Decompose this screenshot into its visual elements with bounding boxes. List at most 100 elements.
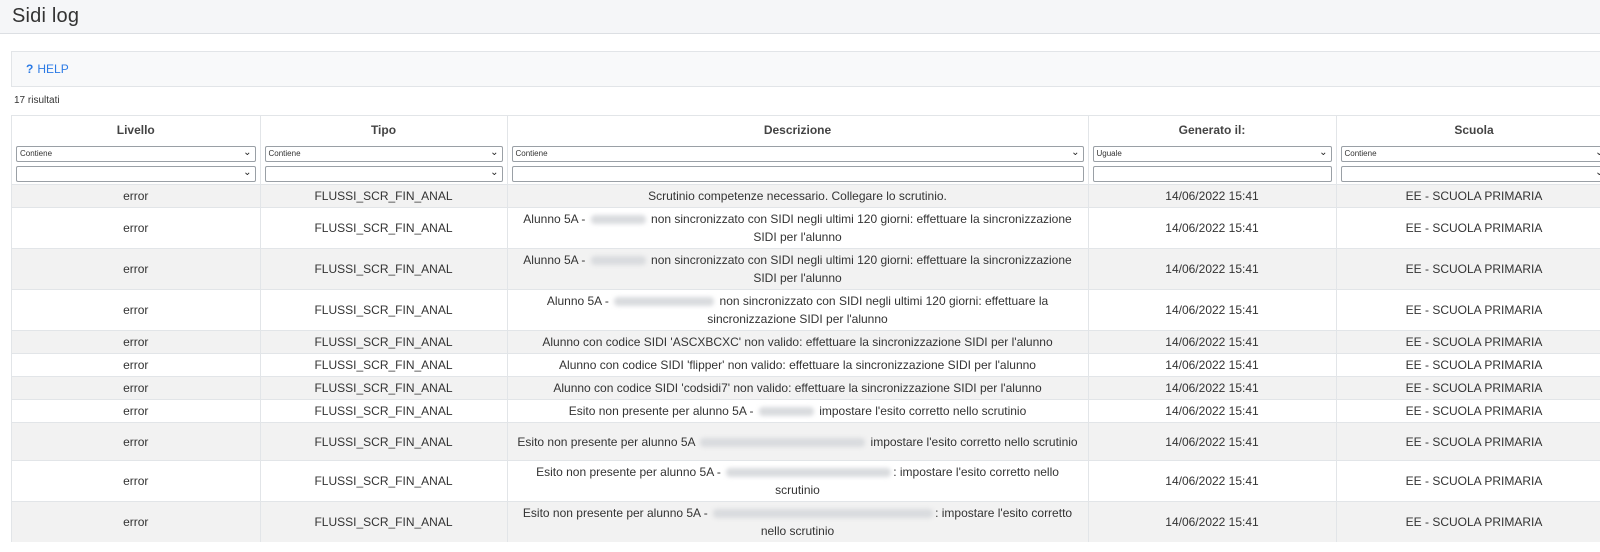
description-text: Alunno con codice SIDI 'codsidi7' non va… [553,381,1042,395]
chevron-down-icon: ⌄ [243,167,252,178]
table-row[interactable]: error FLUSSI_SCR_FIN_ANAL Alunno 5A - non … [12,248,1600,290]
description-text-end: non sincronizzato con SIDI negli ultimi … [647,212,1072,244]
chevron-down-icon: ⌄ [1595,167,1600,179]
cell-generato: 14/06/2022 15:41 [1088,248,1337,290]
cell-livello: error [12,207,261,249]
cell-livello: error [12,330,261,354]
chevron-down-icon: ⌄ [1595,147,1600,159]
cell-scuola: EE - SCUOLA PRIMARIA [1336,353,1600,377]
cell-tipo: FLUSSI_SCR_FIN_ANAL [260,460,508,502]
cell-scuola: EE - SCUOLA PRIMARIA [1336,248,1600,290]
cell-tipo: FLUSSI_SCR_FIN_ANAL [260,501,508,542]
description-text: Scrutinio competenze necessario. Collega… [648,189,947,203]
filter-input-generato[interactable] [1092,166,1332,182]
column-header-descrizione[interactable]: Descrizione [507,116,1089,144]
help-bar: ? HELP [11,51,1600,87]
help-link[interactable]: ? HELP [26,62,69,76]
filter-value-select-scuola[interactable]: ⌄ [1340,166,1600,182]
cell-generato: 14/06/2022 15:41 [1088,399,1337,423]
cell-descrizione: Esito non presente per alunno 5A - impos… [507,399,1089,423]
cell-descrizione: Esito non presente per alunno 5A imposta… [507,422,1089,461]
log-table-body: error FLUSSI_SCR_FIN_ANAL Scrutinio compet… [12,184,1600,542]
cell-generato: 14/06/2022 15:41 [1088,330,1337,354]
cell-descrizione: Scrutinio competenze necessario. Collega… [507,184,1089,208]
description-text: Alunno con codice SIDI 'flipper' non val… [559,358,1036,372]
cell-generato: 14/06/2022 15:41 [1088,376,1337,400]
table-row[interactable]: error FLUSSI_SCR_FIN_ANAL Alunno con codic… [12,353,1600,377]
filter-mode-select-scuola[interactable]: Contiene ⌄ [1340,146,1600,162]
cell-tipo: FLUSSI_SCR_FIN_ANAL [260,184,508,208]
column-header-livello[interactable]: Livello [12,116,261,144]
cell-descrizione: Alunno 5A - non sincronizzato con SIDI n… [507,289,1089,331]
description-text: Alunno con codice SIDI 'ASCXBCXC' non va… [542,335,1053,349]
description-text: Alunno 5A - [546,294,613,308]
cell-generato: 14/06/2022 15:41 [1088,422,1337,461]
filter-mode-value: Contiene [515,149,548,158]
page-title: Sidi log [12,5,80,27]
filter-mode-select-tipo[interactable]: Contiene ⌄ [264,146,503,162]
table-row[interactable]: error FLUSSI_SCR_FIN_ANAL Esito non presen… [12,501,1600,542]
table-row[interactable]: error FLUSSI_SCR_FIN_ANAL Esito non presen… [12,460,1600,502]
description-text: Esito non presente per alunno 5A - [536,465,725,479]
description-text: Esito non presente per alunno 5A - [568,404,757,418]
cell-tipo: FLUSSI_SCR_FIN_ANAL [260,248,508,290]
log-table-container: Livello Tipo Descrizione Generato il: Sc… [11,115,1600,542]
cell-livello: error [12,248,261,290]
cell-scuola: EE - SCUOLA PRIMARIA [1336,460,1600,502]
cell-scuola: EE - SCUOLA PRIMARIA [1336,501,1600,542]
cell-livello: error [12,353,261,377]
column-header-scuola[interactable]: Scuola [1336,116,1600,144]
cell-livello: error [12,501,261,542]
filter-mode-select-descrizione[interactable]: Contiene ⌄ [511,146,1084,162]
cell-tipo: FLUSSI_SCR_FIN_ANAL [260,422,508,461]
redacted-name [614,297,715,307]
cell-livello: error [12,422,261,461]
redacted-name [713,509,934,519]
filter-mode-value: Contiene [1344,149,1377,158]
chevron-down-icon: ⌄ [1071,147,1080,158]
table-row[interactable]: error FLUSSI_SCR_FIN_ANAL Alunno 5A - non … [12,207,1600,249]
cell-descrizione: Alunno con codice SIDI 'flipper' non val… [507,353,1089,377]
cell-scuola: EE - SCUOLA PRIMARIA [1336,376,1600,400]
cell-livello: error [12,460,261,502]
filter-mode-select-generato[interactable]: Uguale ⌄ [1092,146,1332,162]
table-row[interactable]: error FLUSSI_SCR_FIN_ANAL Scrutinio compet… [12,184,1600,208]
description-text-end: non sincronizzato con SIDI negli ultimi … [707,294,1049,326]
column-header-tipo[interactable]: Tipo [260,116,508,144]
cell-scuola: EE - SCUOLA PRIMARIA [1336,184,1600,208]
redacted-name [700,437,866,447]
cell-generato: 14/06/2022 15:41 [1088,501,1337,542]
filter-value-select-tipo[interactable]: ⌄ [264,166,503,182]
cell-scuola: EE - SCUOLA PRIMARIA [1336,207,1600,249]
log-table: Livello Tipo Descrizione Generato il: Sc… [12,116,1600,542]
description-text-end: impostare l'esito corretto nello scrutin… [867,434,1078,449]
description-text-end: non sincronizzato con SIDI negli ultimi … [647,253,1072,285]
description-text: Alunno 5A - [523,212,589,226]
results-count: 17 risultati [14,95,60,106]
cell-descrizione: Esito non presente per alunno 5A - : imp… [507,501,1089,542]
redacted-name [726,468,892,478]
redacted-name [590,215,646,225]
description-text: Esito non presente per alunno 5A [517,434,699,449]
table-row[interactable]: error FLUSSI_SCR_FIN_ANAL Alunno con codic… [12,376,1600,400]
cell-scuola: EE - SCUOLA PRIMARIA [1336,399,1600,423]
cell-descrizione: Esito non presente per alunno 5A - : imp… [507,460,1089,502]
filter-value-select-livello[interactable]: ⌄ [16,166,256,182]
filter-mode-value: Uguale [1096,149,1122,158]
filter-input-descrizione[interactable] [511,166,1084,182]
redacted-name [758,407,814,417]
cell-scuola: EE - SCUOLA PRIMARIA [1336,330,1600,354]
table-row[interactable]: error FLUSSI_SCR_FIN_ANAL Esito non presen… [12,399,1600,423]
cell-generato: 14/06/2022 15:41 [1088,184,1337,208]
table-row[interactable]: error FLUSSI_SCR_FIN_ANAL Alunno 5A - non … [12,289,1600,331]
table-row[interactable]: error FLUSSI_SCR_FIN_ANAL Alunno con codic… [12,330,1600,354]
cell-tipo: FLUSSI_SCR_FIN_ANAL [260,399,508,423]
filter-mode-value: Contiene [268,149,301,158]
column-header-generato[interactable]: Generato il: [1088,116,1337,144]
chevron-down-icon: ⌄ [243,147,252,158]
table-row[interactable]: error FLUSSI_SCR_FIN_ANAL Esito non presen… [12,422,1600,461]
help-icon: ? [26,62,34,76]
cell-tipo: FLUSSI_SCR_FIN_ANAL [260,353,508,377]
filter-mode-select-livello[interactable]: Contiene ⌄ [16,146,256,162]
cell-livello: error [12,399,261,423]
